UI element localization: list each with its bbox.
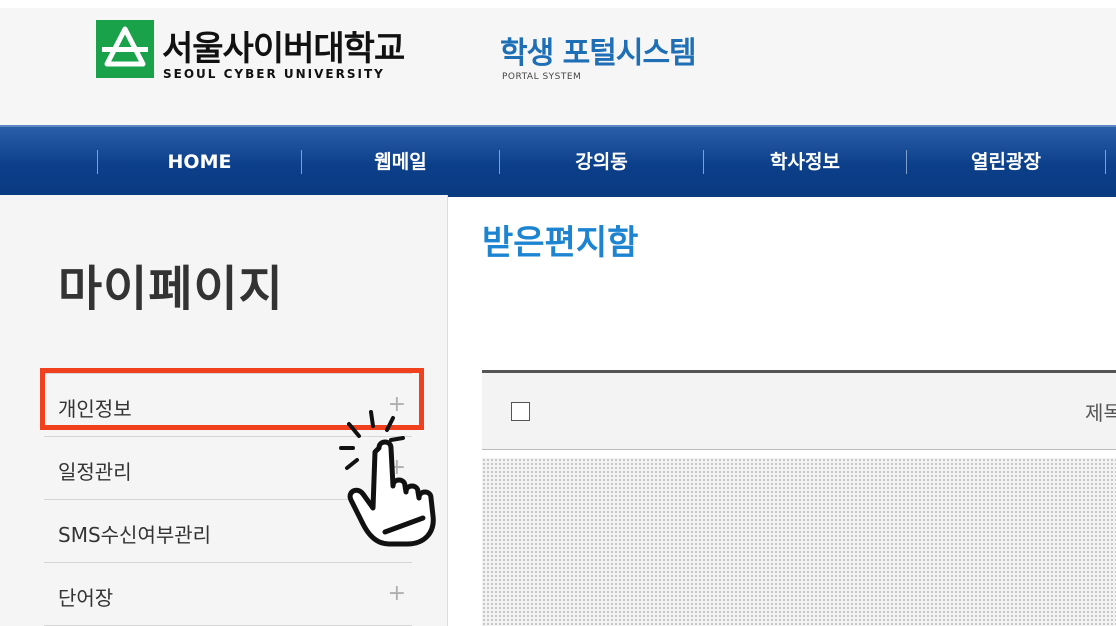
university-name[interactable]: 서울사이버대학교	[162, 21, 405, 70]
sidebar-item-vocabulary[interactable]: 단어장 +	[44, 563, 412, 626]
page-title: 받은편지함	[482, 223, 639, 263]
header: 서울사이버대학교 SEOUL CYBER UNIVERSITY 학생 포털시스템…	[0, 0, 1116, 125]
university-name-english: SEOUL CYBER UNIVERSITY	[163, 67, 385, 81]
main-nav: HOME 웹메일 강의동 학사정보 열린광장	[0, 125, 1116, 197]
sidebar-item-label: 단어장	[58, 586, 114, 610]
sidebar-item-label: SMS수신여부관리	[58, 523, 212, 547]
select-all-checkbox[interactable]	[511, 402, 530, 421]
pointing-hand-icon	[339, 410, 436, 547]
plus-icon[interactable]: +	[388, 583, 406, 605]
nav-divider	[1105, 150, 1106, 174]
nav-lecture[interactable]: 강의동	[500, 127, 703, 197]
sidebar-item-label: 일정관리	[58, 460, 132, 484]
portal-subtitle: PORTAL SYSTEM	[502, 72, 582, 82]
nav-home[interactable]: HOME	[98, 127, 301, 197]
university-logo-icon[interactable]	[96, 20, 154, 78]
nav-webmail[interactable]: 웹메일	[302, 127, 499, 197]
sidebar-title: 마이페이지	[58, 261, 284, 317]
portal-title: 학생 포털시스템	[500, 36, 697, 71]
table-body	[482, 458, 1116, 626]
nav-open-square[interactable]: 열린광장	[907, 127, 1105, 197]
column-header-subject[interactable]: 제목	[1085, 397, 1116, 426]
nav-academic-info[interactable]: 학사정보	[704, 127, 906, 197]
table-header: 제목	[482, 370, 1116, 450]
